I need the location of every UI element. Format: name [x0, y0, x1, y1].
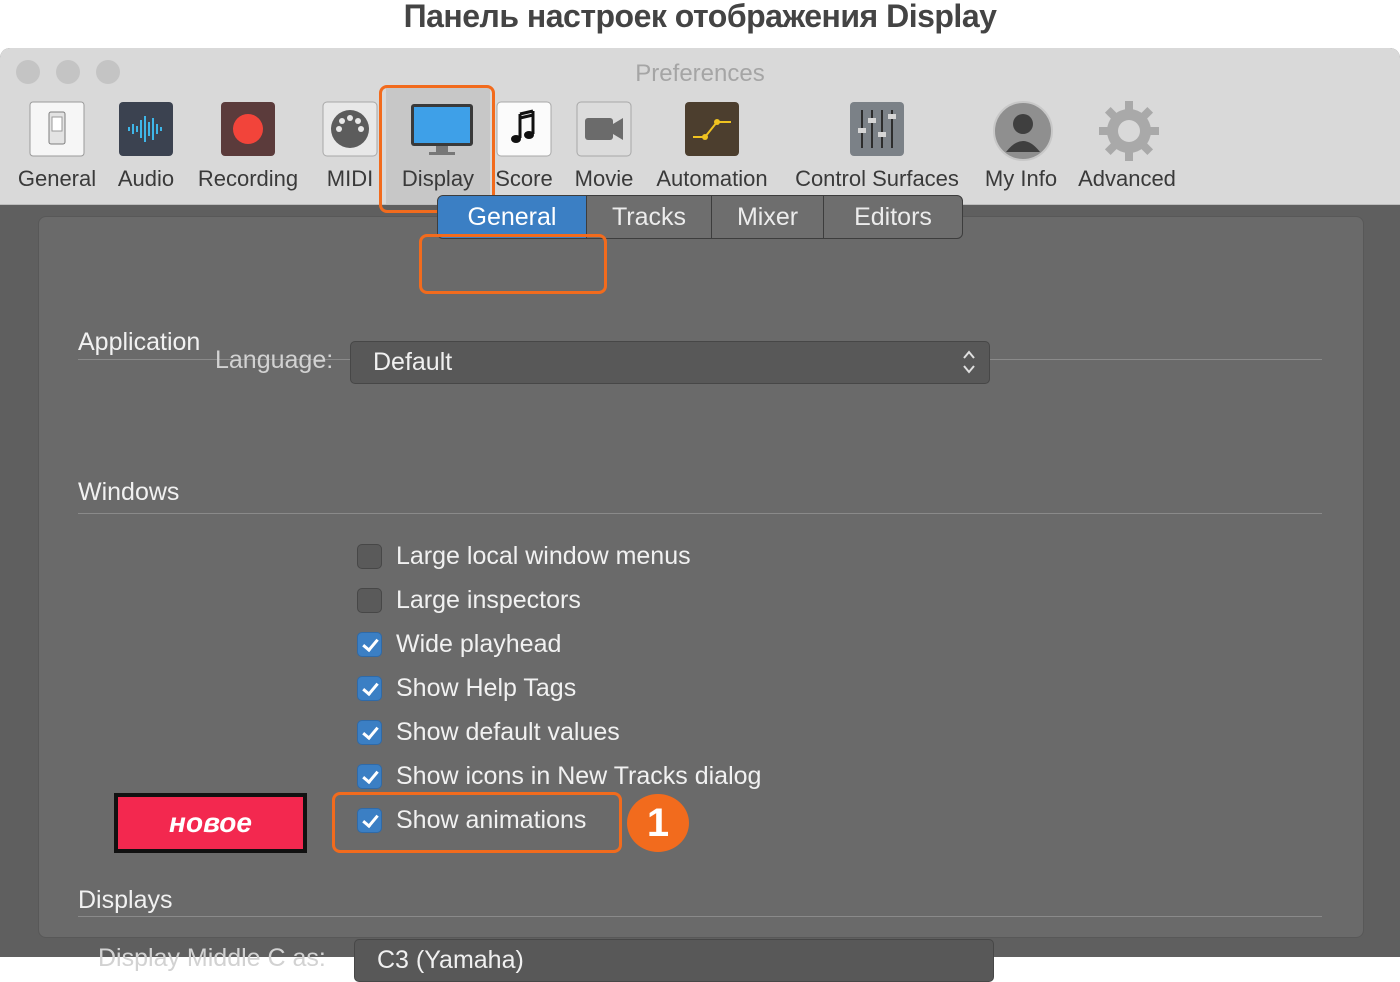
- gear-icon: [1098, 100, 1159, 161]
- toolbar-item-label: Recording: [197, 166, 299, 191]
- control-faders-icon: [848, 100, 906, 158]
- section-divider: [78, 513, 1322, 514]
- music-note-icon: [495, 100, 553, 158]
- display-middle-c-select[interactable]: C3 (Yamaha): [354, 939, 994, 982]
- toolbar-item-midi[interactable]: MIDI: [316, 100, 384, 196]
- audio-waveform-icon: [117, 100, 175, 158]
- toolbar-item-score[interactable]: Score: [492, 100, 556, 196]
- checkbox-large-local-window-menus[interactable]: Large local window menus: [357, 541, 691, 571]
- checkbox-label: Large local window menus: [396, 541, 691, 570]
- section-divider: [78, 916, 1322, 917]
- language-value: Default: [373, 348, 453, 376]
- chevron-updown-icon: [963, 350, 975, 374]
- record-icon: [219, 100, 277, 158]
- new-badge: новое: [114, 793, 307, 853]
- checkbox-show-default-values[interactable]: Show default values: [357, 717, 620, 747]
- display-middle-c-value: C3 (Yamaha): [377, 946, 524, 974]
- toolbar-item-label: My Info: [984, 166, 1058, 191]
- midi-connector-icon: [321, 100, 379, 158]
- movie-camera-icon: [575, 100, 633, 158]
- checkbox-label: Show icons in New Tracks dialog: [396, 761, 762, 790]
- general-tab-highlight: [419, 234, 607, 294]
- page-caption: Панель настроек отображения Display: [403, 0, 997, 34]
- toolbar-item-movie[interactable]: Movie: [568, 100, 640, 196]
- language-select[interactable]: Default: [350, 341, 990, 384]
- language-label: Language:: [215, 346, 334, 374]
- toolbar-item-automation[interactable]: Automation: [650, 100, 774, 196]
- general-switch-icon: [28, 100, 86, 158]
- window-title: Preferences: [635, 60, 765, 87]
- toolbar-item-my-info[interactable]: My Info: [978, 100, 1064, 196]
- show-animations-highlight: [332, 792, 622, 853]
- tab-mixer[interactable]: Mixer: [712, 196, 824, 238]
- checkbox-label: Show default values: [396, 717, 620, 746]
- checkbox-checked[interactable]: [357, 719, 382, 745]
- toolbar-item-label: Control Surfaces: [795, 166, 959, 191]
- checkbox-show-help-tags[interactable]: Show Help Tags: [357, 673, 576, 703]
- checkbox-checked[interactable]: [357, 763, 382, 789]
- checkbox[interactable]: [357, 587, 382, 613]
- checkbox-show-icons-new-tracks[interactable]: Show icons in New Tracks dialog: [357, 761, 761, 791]
- toolbar-item-label: Score: [495, 166, 553, 191]
- tab-general[interactable]: General: [438, 196, 587, 238]
- toolbar-item-advanced[interactable]: Advanced: [1072, 100, 1182, 196]
- checkbox-checked[interactable]: [357, 631, 382, 657]
- toolbar-item-label: Advanced: [1078, 166, 1176, 191]
- section-displays: Displays: [78, 886, 173, 914]
- tab-tracks[interactable]: Tracks: [587, 196, 712, 238]
- toolbar-item-label: Automation: [656, 166, 768, 191]
- toolbar-item-recording[interactable]: Recording: [192, 100, 304, 196]
- user-silhouette-icon: [992, 100, 1053, 161]
- toolbar-item-control-surfaces[interactable]: Control Surfaces: [786, 100, 968, 196]
- checkbox[interactable]: [357, 543, 382, 569]
- checkbox-large-inspectors[interactable]: Large inspectors: [357, 585, 581, 615]
- checkbox-label: Show Help Tags: [396, 673, 577, 702]
- checkbox-checked[interactable]: [357, 675, 382, 701]
- section-application: Application: [78, 328, 201, 356]
- checkbox-wide-playhead[interactable]: Wide playhead: [357, 629, 561, 659]
- tab-editors[interactable]: Editors: [824, 196, 962, 238]
- checkbox-label: Large inspectors: [396, 585, 581, 614]
- toolbar-item-audio[interactable]: Audio: [112, 100, 180, 196]
- step-number-badge: 1: [627, 794, 689, 852]
- toolbar-item-label: Audio: [117, 166, 175, 191]
- toolbar-item-label: General: [17, 166, 97, 191]
- display-middle-c-label: Display Middle C as:: [98, 944, 326, 972]
- automation-curve-icon: [683, 100, 741, 158]
- toolbar-item-label: Movie: [574, 166, 634, 191]
- toolbar: Preferences General Audio Recording MIDI…: [0, 48, 1400, 205]
- toolbar-item-general[interactable]: General: [14, 100, 100, 196]
- section-windows: Windows: [78, 478, 180, 506]
- checkbox-label: Wide playhead: [396, 629, 562, 658]
- tab-bar: General Tracks Mixer Editors: [437, 195, 963, 239]
- toolbar-item-label: MIDI: [326, 166, 374, 191]
- display-tab-highlight: [379, 85, 495, 213]
